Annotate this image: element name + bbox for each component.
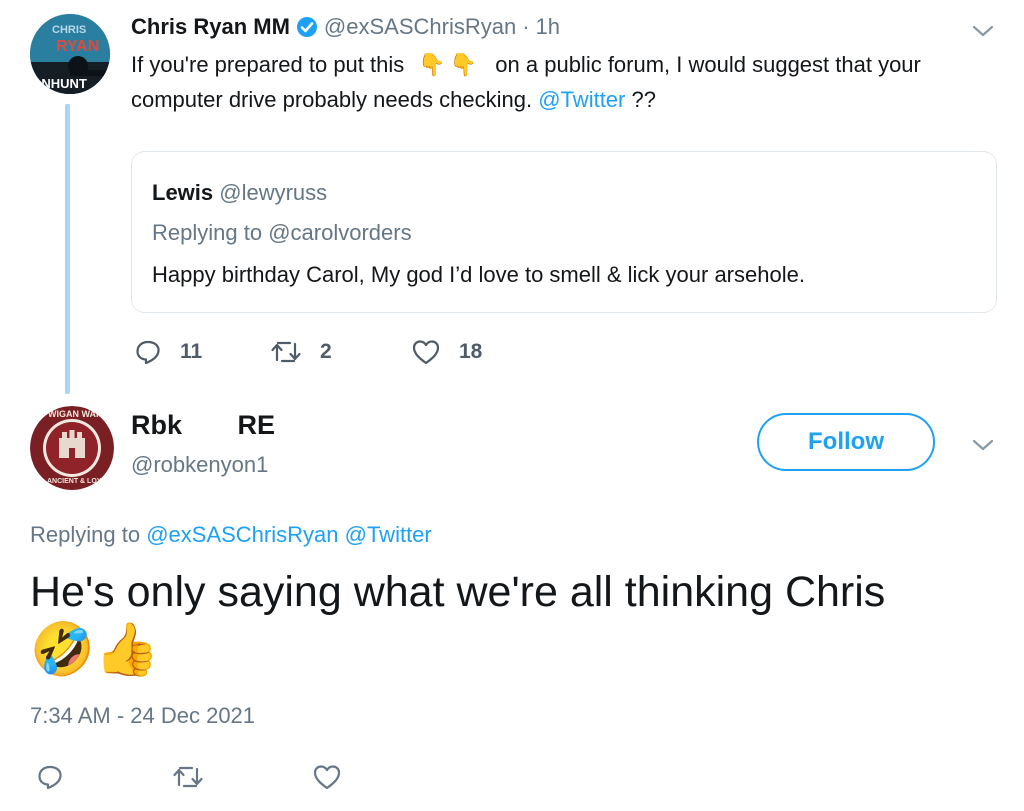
retweet-icon[interactable] [172,763,204,796]
follow-button[interactable]: Follow [757,413,935,471]
parent-header: Chris Ryan MM @exSASChrisRyan · 1h [131,14,560,40]
quoted-author-handle: @lewyruss [219,180,328,205]
author-handle[interactable]: @exSASChrisRyan [324,14,516,40]
twitter-mention-link[interactable]: @Twitter [538,87,625,112]
avatar-motto-text: ANCIENT & LOYAL [47,478,111,485]
parent-text-line1: If you're prepared to put this 👇👇 on a p… [131,52,921,78]
reply-count: 11 [180,340,203,363]
like-action[interactable]: 18 [411,338,482,366]
reply-author-name[interactable]: Rbk RE [131,410,275,441]
replying-handle-link[interactable]: @exSASChrisRyan [146,522,338,547]
avatar-text-middle: RYAN [56,38,100,55]
chevron-down-icon[interactable] [972,438,994,457]
author-name[interactable]: Chris Ryan MM [131,14,290,40]
retweet-action[interactable]: 2 [270,338,332,366]
verified-icon [296,16,318,38]
replying-twitter-link[interactable]: @Twitter [345,522,432,547]
reply-replying-label: Replying to [30,522,141,547]
retweet-count: 2 [320,340,332,363]
quoted-replying-to: Replying to @carolvorders [152,220,412,246]
heart-icon[interactable] [312,763,342,796]
chris-ryan-avatar[interactable]: CHRIS RYAN ANHUNT [30,14,110,94]
reply-name-second: RE [237,410,276,440]
reply-action[interactable]: 11 [134,338,202,366]
wigan-warriors-avatar[interactable]: WIGAN WARRIORS ANCIENT & LOYAL [30,406,114,490]
avatar-ring-text: WIGAN WARRIORS [48,409,114,419]
quoted-header: Lewis @lewyruss [152,180,327,206]
avatar-text-top: CHRIS [52,24,87,36]
avatar-text-bottom: ANHUNT [32,76,87,91]
reply-text: He's only saying what we're all thinking… [30,568,886,616]
reply-emojis: 🤣👍 [30,621,160,679]
reply-timestamp[interactable]: 7:34 AM - 24 Dec 2021 [30,703,255,729]
reply-author-handle[interactable]: @robkenyon1 [131,452,268,478]
like-count: 18 [459,340,483,363]
thread-line [65,104,70,394]
retweet-icon [270,338,302,366]
reply-icon[interactable] [36,763,64,796]
chevron-down-icon[interactable] [972,24,994,43]
quoted-author-name: Lewis [152,180,214,205]
heart-icon [411,338,441,366]
header-separator: · [522,14,530,39]
reply-replying-to: Replying to @exSASChrisRyan @Twitter [30,522,432,548]
reply-name-first: Rbk [131,410,183,440]
quoted-replying-label: Replying to [152,220,263,245]
tweet-time[interactable]: 1h [536,14,560,40]
quoted-replying-handle: @carolvorders [268,220,412,245]
quoted-tweet-card[interactable]: Lewis @lewyruss Replying to @carolvorder… [131,151,997,313]
parent-text-line2: computer drive probably needs checking. … [131,87,656,113]
parent-text-part1: If you're prepared to put this [131,52,405,77]
parent-text-line2-body: computer drive probably needs checking. [131,87,533,112]
parent-text-end: ?? [631,87,656,112]
pointing-down-emojis: 👇👇 [418,52,482,77]
quoted-text: Happy birthday Carol, My god I’d love to… [152,262,805,287]
reply-icon [134,338,162,366]
parent-text-part2: on a public forum, I would suggest that … [495,52,921,77]
